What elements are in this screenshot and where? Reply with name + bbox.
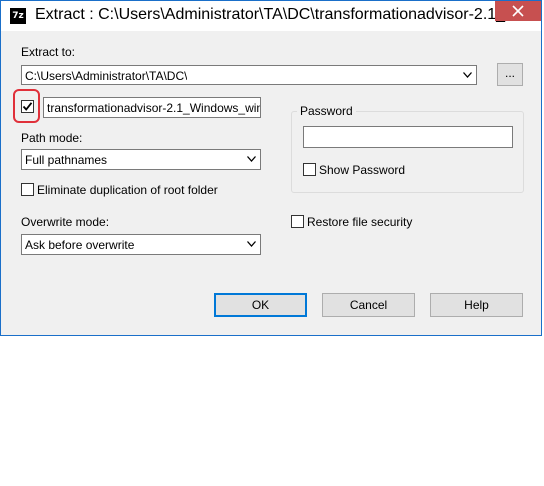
path-mode-label: Path mode:	[21, 131, 83, 145]
chevron-down-icon	[247, 241, 256, 247]
close-button[interactable]	[495, 1, 541, 21]
subfolder-name-input[interactable]: transformationadvisor-2.1_Windows_window…	[43, 97, 261, 118]
overwrite-mode-label: Overwrite mode:	[21, 215, 110, 229]
path-mode-value: Full pathnames	[25, 153, 108, 167]
password-group-label: Password	[297, 104, 356, 118]
extract-dialog: 7z Extract : C:\Users\Administrator\TA\D…	[0, 0, 542, 336]
path-mode-combobox[interactable]: Full pathnames	[21, 149, 261, 170]
window-title: Extract : C:\Users\Administrator\TA\DC\t…	[35, 6, 538, 23]
browse-button[interactable]: ...	[497, 63, 523, 86]
cancel-button[interactable]: Cancel	[322, 293, 415, 317]
extract-to-path: C:\Users\Administrator\TA\DC\	[25, 69, 188, 83]
overwrite-mode-value: Ask before overwrite	[25, 238, 135, 252]
title-bar[interactable]: 7z Extract : C:\Users\Administrator\TA\D…	[1, 1, 541, 31]
password-input[interactable]	[303, 126, 513, 148]
password-group	[291, 111, 524, 193]
help-button[interactable]: Help	[430, 293, 523, 317]
close-icon	[512, 5, 524, 17]
eliminate-duplication-checkbox[interactable]	[21, 183, 34, 196]
show-password-label: Show Password	[319, 163, 406, 177]
extract-to-label: Extract to:	[21, 45, 76, 59]
restore-security-checkbox[interactable]	[291, 215, 304, 228]
ok-button[interactable]: OK	[214, 293, 307, 317]
show-password-checkbox[interactable]	[303, 163, 316, 176]
eliminate-duplication-label: Eliminate duplication of root folder	[37, 183, 218, 197]
overwrite-mode-combobox[interactable]: Ask before overwrite	[21, 234, 261, 255]
subfolder-checkbox[interactable]	[21, 100, 34, 113]
restore-security-label: Restore file security	[307, 215, 413, 229]
checkmark-icon	[22, 102, 33, 111]
extract-to-combobox[interactable]: C:\Users\Administrator\TA\DC\	[21, 65, 477, 85]
subfolder-name-value: transformationadvisor-2.1_Windows_window…	[47, 101, 260, 115]
chevron-down-icon	[247, 156, 256, 162]
7zip-app-icon: 7z	[10, 8, 26, 24]
chevron-down-icon	[463, 72, 472, 78]
